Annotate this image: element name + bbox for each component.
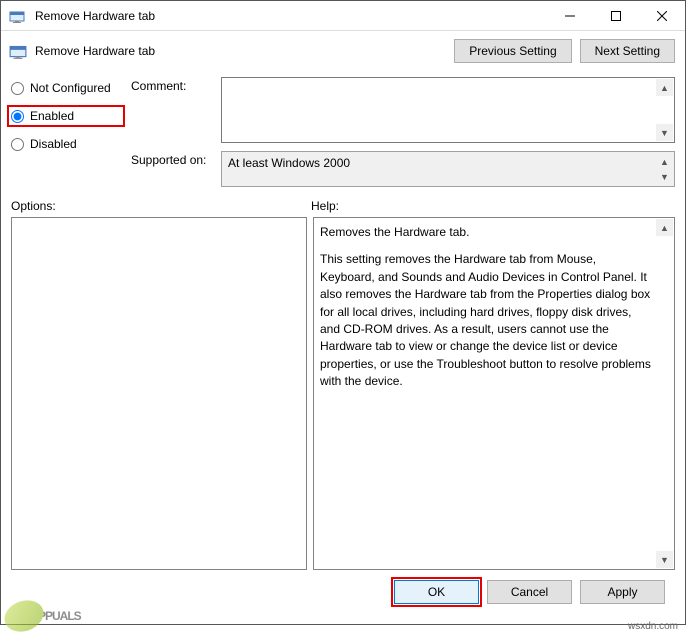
help-label: Help: [311,199,339,213]
comment-label: Comment: [131,77,215,93]
radio-label: Enabled [30,109,74,123]
radio-label: Not Configured [30,81,111,95]
supported-on-value: At least Windows 2000 [228,156,350,170]
next-setting-button[interactable]: Next Setting [580,39,675,63]
window-title: Remove Hardware tab [33,9,547,23]
radio-not-configured-input[interactable] [11,82,24,95]
bug-icon [0,595,48,637]
dialog-footer: OK Cancel Apply [11,570,675,614]
scroll-up-icon[interactable]: ▲ [656,79,673,96]
maximize-button[interactable] [593,1,639,30]
titlebar: Remove Hardware tab [1,1,685,31]
scroll-down-icon[interactable]: ▼ [656,551,673,568]
radio-label: Disabled [30,137,77,151]
scroll-down-icon[interactable]: ▼ [656,168,673,185]
help-text-2: This setting removes the Hardware tab fr… [320,251,652,390]
policy-icon [9,42,27,60]
close-button[interactable] [639,1,685,30]
help-panel: Removes the Hardware tab. This setting r… [313,217,675,570]
help-text-1: Removes the Hardware tab. [320,224,652,241]
watermark-text: PPUALS [38,609,81,623]
radio-enabled[interactable]: Enabled [11,109,74,123]
supported-on-label: Supported on: [131,151,215,167]
ok-button[interactable]: OK [394,580,479,604]
previous-setting-button[interactable]: Previous Setting [454,39,571,63]
comment-textarea[interactable]: ▲ ▼ [221,77,675,143]
radio-disabled-input[interactable] [11,138,24,151]
radio-not-configured[interactable]: Not Configured [11,81,121,95]
policy-icon [9,8,25,24]
radio-disabled[interactable]: Disabled [11,137,121,151]
scroll-up-icon[interactable]: ▲ [656,219,673,236]
state-radio-group: Not Configured Enabled Disabled [11,77,121,187]
minimize-button[interactable] [547,1,593,30]
options-label: Options: [11,199,311,213]
radio-enabled-input[interactable] [11,110,24,123]
enabled-highlight: Enabled [7,105,125,127]
options-panel [11,217,307,570]
policy-title: Remove Hardware tab [35,44,446,58]
credit-text: wsxdn.com [628,621,678,632]
apply-button[interactable]: Apply [580,580,665,604]
cancel-button[interactable]: Cancel [487,580,572,604]
supported-on-box: At least Windows 2000 ▲ ▼ [221,151,675,187]
dialog-window: Remove Hardware tab Remove Hardware tab … [0,0,686,625]
watermark-logo: PPUALS [4,601,81,631]
header-row: Remove Hardware tab Previous Setting Nex… [1,31,685,71]
scroll-down-icon[interactable]: ▼ [656,124,673,141]
